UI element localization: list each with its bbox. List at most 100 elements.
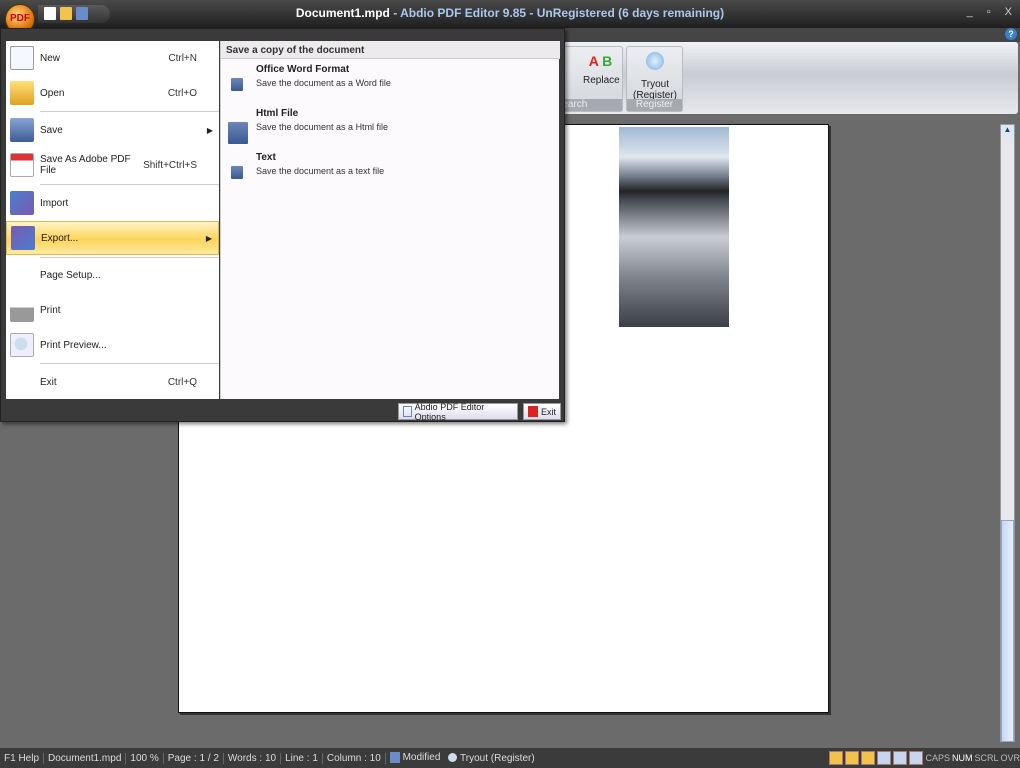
label: Save As Adobe PDF File [40,154,131,176]
separator [40,111,219,112]
status-column: Column : 10 [323,752,386,764]
option-title: Html File [256,108,299,119]
save-icon [10,118,34,142]
caps-indicator: CAPS [925,753,950,763]
menu-footer: Abdio PDF Editor Options Exit [1,401,564,422]
shortcut: Ctrl+O [167,87,197,99]
status-help: F1 Help [0,752,45,764]
menu-item-export[interactable]: Export... ▶ [6,221,219,255]
options-button[interactable]: Abdio PDF Editor Options [398,401,518,422]
restore-button[interactable]: ▫ [987,6,991,18]
export-submenu: Save a copy of the document Office Word … [220,41,560,399]
replace-button[interactable]: A B Replace [583,53,620,86]
tryout-label: Tryout [641,79,669,90]
open-icon[interactable] [60,7,72,20]
save-icon [389,752,400,764]
export-word-option[interactable]: Office Word Format Save the document as a… [231,64,551,104]
submenu-arrow-icon: ▶ [206,125,213,135]
window-controls: _ ▫ X [967,6,1012,18]
align-right-button[interactable] [861,751,876,765]
submenu-header: Save a copy of the document [221,41,560,59]
menu-item-page-setup[interactable]: Page Setup... [6,258,219,292]
page-setup-icon [10,263,34,287]
title-sep: - [389,6,401,20]
label: Import [40,197,69,209]
options-label: Abdio PDF Editor Options [414,401,485,422]
num-indicator: NUM [951,753,973,763]
app-name: Abdio PDF Editor 9.85 - UnRegistered (6 … [400,6,725,20]
separator [40,363,219,364]
shortcut: Ctrl+N [168,52,197,64]
label: Open [40,87,65,99]
status-right: CAPS NUM SCRL OVR [829,748,1020,768]
register-group: Tryout (Register) Register [626,46,683,112]
status-page: Page : 1 / 2 [164,752,224,764]
menu-item-new[interactable]: New Ctrl+N [6,41,219,75]
menu-item-save[interactable]: Save ▶ [6,113,219,147]
new-icon[interactable] [44,7,56,20]
view-mode-2-button[interactable] [893,751,908,765]
menu-item-import[interactable]: Import [6,186,219,220]
label: Print [40,304,61,316]
export-icon [11,226,35,250]
magnifier-icon [10,333,34,357]
status-line: Line : 1 [281,752,323,764]
align-center-button[interactable] [845,751,860,765]
save-icon[interactable] [76,7,88,20]
window-title: Document1.mpd - Abdio PDF Editor 9.85 - … [0,6,1020,20]
modified-status: Modified [386,752,445,764]
help-icon[interactable]: ? [1005,28,1017,40]
align-left-button[interactable] [829,751,844,765]
label: Print Preview... [40,339,107,351]
label: Save [40,124,63,136]
menu-item-save-as-pdf[interactable]: Save As Adobe PDF File Shift+Ctrl+S [6,148,219,182]
document-image[interactable] [619,127,729,327]
submenu-arrow-icon: ▶ [205,233,212,243]
close-button[interactable]: X [1005,6,1012,18]
doc-name: Document1.mpd [295,6,390,20]
replace-label: Replace [583,75,620,86]
save-icon [228,122,248,144]
menu-item-exit[interactable]: Exit Ctrl+Q [6,365,219,399]
view-mode-3-button[interactable] [909,751,924,765]
status-file: Document1.mpd [44,752,127,764]
shortcut: Ctrl+Q [167,376,197,388]
scrollbar-thumb[interactable] [1001,520,1014,742]
export-text-option[interactable]: Text Save the document as a text file [231,152,551,192]
export-html-option[interactable]: Html File Save the document as a Html fil… [228,108,551,148]
label: Export... [41,232,79,244]
tryout-register-button[interactable]: Tryout (Register) [629,52,681,101]
quick-access-toolbar [38,5,110,23]
scroll-up-button[interactable]: ▲ [1001,125,1014,137]
label: New [40,52,61,64]
save-icon [231,166,243,179]
pdf-icon [10,153,34,177]
new-document-icon [10,46,34,70]
option-desc: Save the document as a text file [256,166,385,176]
register-group-label: Register [627,99,682,111]
menu-item-open[interactable]: Open Ctrl+O [6,76,219,110]
exit-icon [10,370,34,394]
status-words: Words : 10 [224,752,282,764]
tryout-label: Tryout (Register) [460,752,535,764]
menu-item-print-preview[interactable]: Print Preview... [6,328,219,362]
shortcut: Shift+Ctrl+S [143,159,197,171]
application-menu: New Ctrl+N Open Ctrl+O Save ▶ Save As Adobe… [0,28,565,422]
ovr-indicator: OVR [1000,753,1020,763]
view-mode-1-button[interactable] [877,751,892,765]
close-icon [528,406,538,417]
cursor-icon [646,52,664,70]
label: Exit [40,376,57,388]
exit-button[interactable]: Exit [523,403,561,420]
modified-label: Modified [402,752,441,764]
option-desc: Save the document as a Html file [256,122,389,132]
option-title: Text [256,152,276,163]
minimize-button[interactable]: _ [967,6,973,18]
option-desc: Save the document as a Word file [256,78,391,88]
folder-icon [10,81,34,105]
menu-item-print[interactable]: Print [6,293,219,327]
tryout-status[interactable]: Tryout (Register) [444,753,538,764]
exit-label: Exit [540,406,556,417]
option-title: Office Word Format [256,64,350,75]
label: Page Setup... [40,269,101,281]
